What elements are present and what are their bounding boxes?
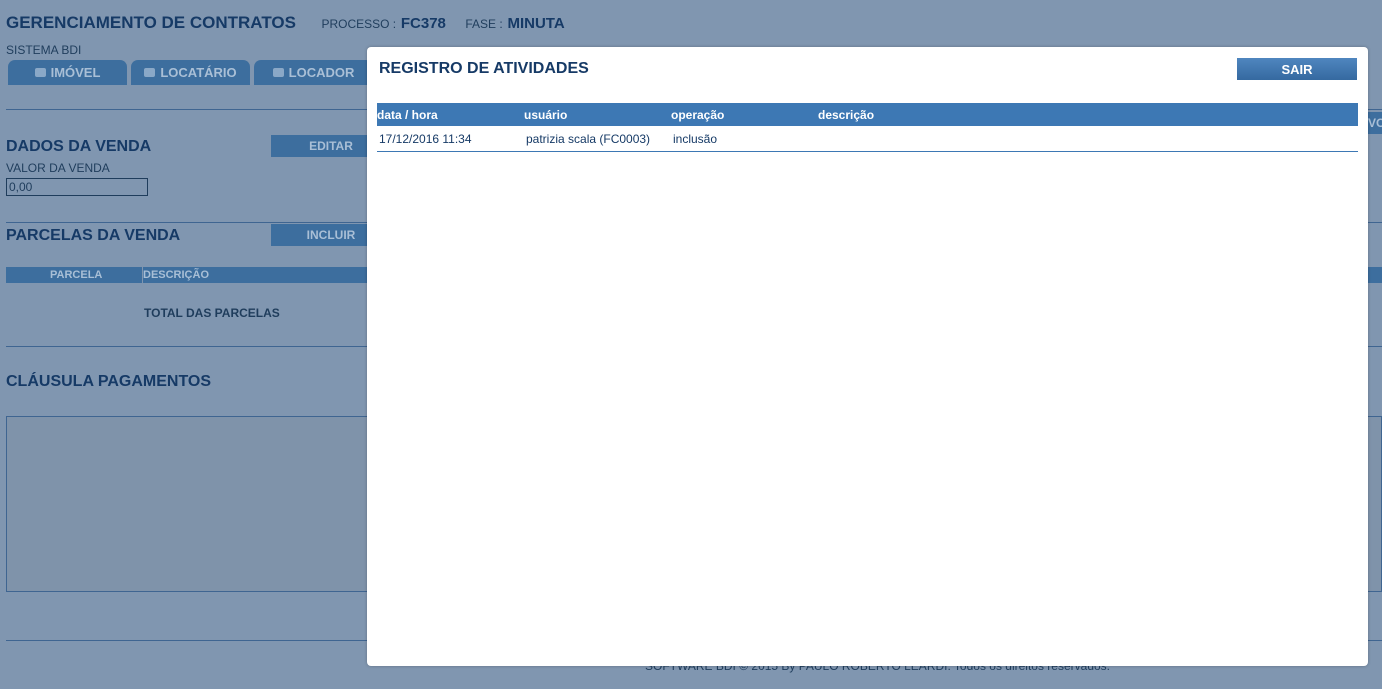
tab-locador[interactable]: LOCADOR: [254, 60, 373, 85]
page-title: GERENCIAMENTO DE CONTRATOS: [6, 13, 296, 32]
clausula-title: CLÁUSULA PAGAMENTOS: [6, 373, 212, 390]
parcelas-title: PARCELAS DA VENDA: [6, 227, 181, 244]
table-row: 17/12/2016 11:34 patrizia scala (FC0003)…: [377, 126, 1358, 152]
fase-value: MINUTA: [507, 15, 565, 32]
tab-imovel[interactable]: IMÓVEL: [8, 60, 127, 85]
processo-value: FC378: [400, 15, 446, 32]
page-header: GERENCIAMENTO DE CONTRATOS PROCESSO : FC…: [6, 13, 565, 33]
valor-venda-field[interactable]: 0,00: [6, 178, 148, 196]
column-header-usuario: usuário: [524, 108, 568, 122]
activity-table-header: data / hora usuário operação descrição: [377, 103, 1358, 126]
column-header: PARCELA: [50, 269, 103, 281]
column-header-datahora: data / hora: [377, 108, 438, 122]
people-icon: [34, 68, 46, 77]
tab-locatario[interactable]: LOCATÁRIO: [131, 60, 250, 85]
valor-venda-label: VALOR DA VENDA: [6, 161, 110, 175]
people-icon: [144, 68, 156, 77]
activity-log-modal: REGISTRO DE ATIVIDADES SAIR data / hora …: [367, 47, 1368, 666]
system-name: SISTEMA BDI: [6, 43, 82, 57]
card-icon: [272, 68, 284, 77]
modal-title: REGISTRO DE ATIVIDADES: [379, 60, 589, 77]
tab-label: LOCATÁRIO: [160, 65, 237, 80]
column-header-descricao: descrição: [818, 108, 875, 122]
cell-usuario: patrizia scala (FC0003): [526, 132, 651, 146]
cell-operacao: inclusão: [673, 132, 718, 146]
total-parcelas-label: TOTAL DAS PARCELAS: [144, 306, 280, 320]
dados-venda-title: DADOS DA VENDA: [6, 138, 152, 155]
tab-label: LOCADOR: [288, 65, 355, 80]
close-button[interactable]: SAIR: [1237, 58, 1357, 80]
fase-label: FASE :: [465, 17, 503, 31]
column-header: DESCRIÇÃO: [143, 269, 210, 281]
edge-button[interactable]: VO: [1368, 112, 1382, 134]
column-header-operacao: operação: [671, 108, 725, 122]
tab-label: IMÓVEL: [50, 65, 101, 80]
cell-datahora: 17/12/2016 11:34: [379, 132, 472, 146]
processo-label: PROCESSO :: [321, 17, 397, 31]
